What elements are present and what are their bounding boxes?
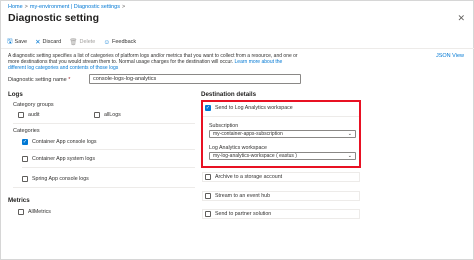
checkbox-box: [18, 112, 24, 118]
toolbar-divider: [1, 48, 474, 49]
checkbox-label: Archive to a storage account: [215, 174, 283, 180]
checkbox-container-app-console-logs[interactable]: ✓ Container App console logs: [22, 139, 97, 145]
diagnostic-setting-page: Home > my-environment | Diagnostic setting…: [0, 0, 474, 260]
workspace-label: Log Analytics workspace: [209, 145, 268, 151]
delete-button[interactable]: 🗑 Delete: [69, 38, 95, 46]
metrics-heading: Metrics: [8, 197, 30, 204]
toolbar: 🖫 Save ✕ Discard 🗑 Delete ☺ Feedback: [7, 37, 144, 47]
save-icon: 🖫: [7, 37, 13, 45]
delete-label: Delete: [79, 39, 96, 45]
feedback-label: Feedback: [112, 39, 137, 45]
divider: [13, 123, 195, 124]
checkbox-label: Send to partner solution: [215, 211, 272, 217]
breadcrumb-environment[interactable]: my-environment | Diagnostic settings: [30, 4, 120, 10]
category-groups-label: Category groups: [13, 102, 54, 108]
setting-name-input[interactable]: console-logs-log-analytics: [89, 74, 301, 84]
divider: [13, 187, 195, 188]
checkbox-label: Spring App console logs: [32, 176, 89, 182]
breadcrumb: Home > my-environment | Diagnostic setting…: [8, 4, 127, 10]
checkbox-box: [22, 176, 28, 182]
checkbox-event-hub[interactable]: Stream to an event hub: [205, 193, 270, 199]
feedback-icon: ☺: [103, 38, 111, 46]
checkbox-label: Send to Log Analytics workspace: [215, 105, 293, 111]
close-icon: ✕: [35, 39, 41, 46]
description: A diagnostic setting specifies a list of…: [8, 53, 298, 72]
divider: [22, 167, 195, 168]
checkbox-box: [205, 193, 211, 199]
checkbox-send-to-log-analytics[interactable]: ✓ Send to Log Analytics workspace: [205, 105, 293, 111]
checkmark-icon: ✓: [22, 139, 28, 145]
breadcrumb-home[interactable]: Home: [8, 4, 23, 10]
subscription-value: my-container-apps-subscription: [213, 131, 283, 137]
log-analytics-destination-card: ✓ Send to Log Analytics workspace Subscr…: [201, 100, 361, 168]
breadcrumb-separator: >: [24, 4, 28, 10]
checkbox-label: AllMetrics: [28, 209, 51, 215]
chevron-down-icon: ⌄: [347, 131, 352, 137]
checkbox-archive-storage[interactable]: Archive to a storage account: [205, 174, 282, 180]
subscription-label: Subscription: [209, 123, 239, 129]
required-marker: *: [68, 77, 71, 83]
checkbox-partner-solution[interactable]: Send to partner solution: [205, 211, 271, 217]
json-view-link[interactable]: JSON View: [436, 53, 464, 59]
setting-name-label-text: Diagnostic setting name: [8, 77, 67, 83]
close-icon[interactable]: ✕: [457, 13, 465, 24]
subscription-dropdown[interactable]: my-container-apps-subscription ⌄: [209, 130, 356, 138]
checkbox-audit[interactable]: audit: [18, 112, 40, 118]
checkbox-box: [94, 112, 100, 118]
divider: [22, 149, 195, 150]
checkbox-label: Container App console logs: [32, 139, 97, 145]
event-hub-option: Stream to an event hub: [202, 191, 360, 201]
checkbox-box: [18, 209, 24, 215]
archive-storage-option: Archive to a storage account: [202, 172, 360, 182]
save-button[interactable]: 🖫 Save: [7, 37, 27, 48]
checkbox-allmetrics[interactable]: AllMetrics: [18, 209, 51, 215]
divider: [203, 116, 359, 117]
page-title: Diagnostic setting: [8, 12, 100, 24]
setting-name-label: Diagnostic setting name *: [8, 77, 70, 83]
discard-button[interactable]: ✕ Discard: [35, 38, 61, 46]
checkbox-label: allLogs: [104, 112, 121, 118]
checkbox-label: Stream to an event hub: [215, 193, 271, 199]
checkbox-label: Container App system logs: [32, 156, 96, 162]
feedback-button[interactable]: ☺ Feedback: [103, 39, 136, 46]
discard-label: Discard: [42, 39, 62, 45]
chevron-down-icon: ⌄: [347, 153, 352, 159]
logs-heading: Logs: [8, 91, 23, 98]
checkbox-container-app-system-logs[interactable]: Container App system logs: [22, 156, 95, 162]
workspace-value: my-log-analytics-workspace ( eastus ): [213, 153, 297, 159]
checkmark-icon: ✓: [205, 105, 211, 111]
checkbox-alllogs[interactable]: allLogs: [94, 112, 121, 118]
checkbox-box: [205, 211, 211, 217]
checkbox-box: [205, 174, 211, 180]
checkbox-label: audit: [28, 112, 40, 118]
checkbox-spring-app-console-logs[interactable]: Spring App console logs: [22, 176, 89, 182]
categories-label: Categories: [13, 128, 40, 134]
checkbox-box: [22, 156, 28, 162]
partner-solution-option: Send to partner solution: [202, 209, 360, 219]
breadcrumb-separator: >: [121, 4, 126, 10]
workspace-dropdown[interactable]: my-log-analytics-workspace ( eastus ) ⌄: [209, 152, 356, 160]
save-label: Save: [14, 39, 28, 45]
destination-heading: Destination details: [201, 91, 257, 98]
trash-icon: 🗑: [69, 39, 78, 46]
